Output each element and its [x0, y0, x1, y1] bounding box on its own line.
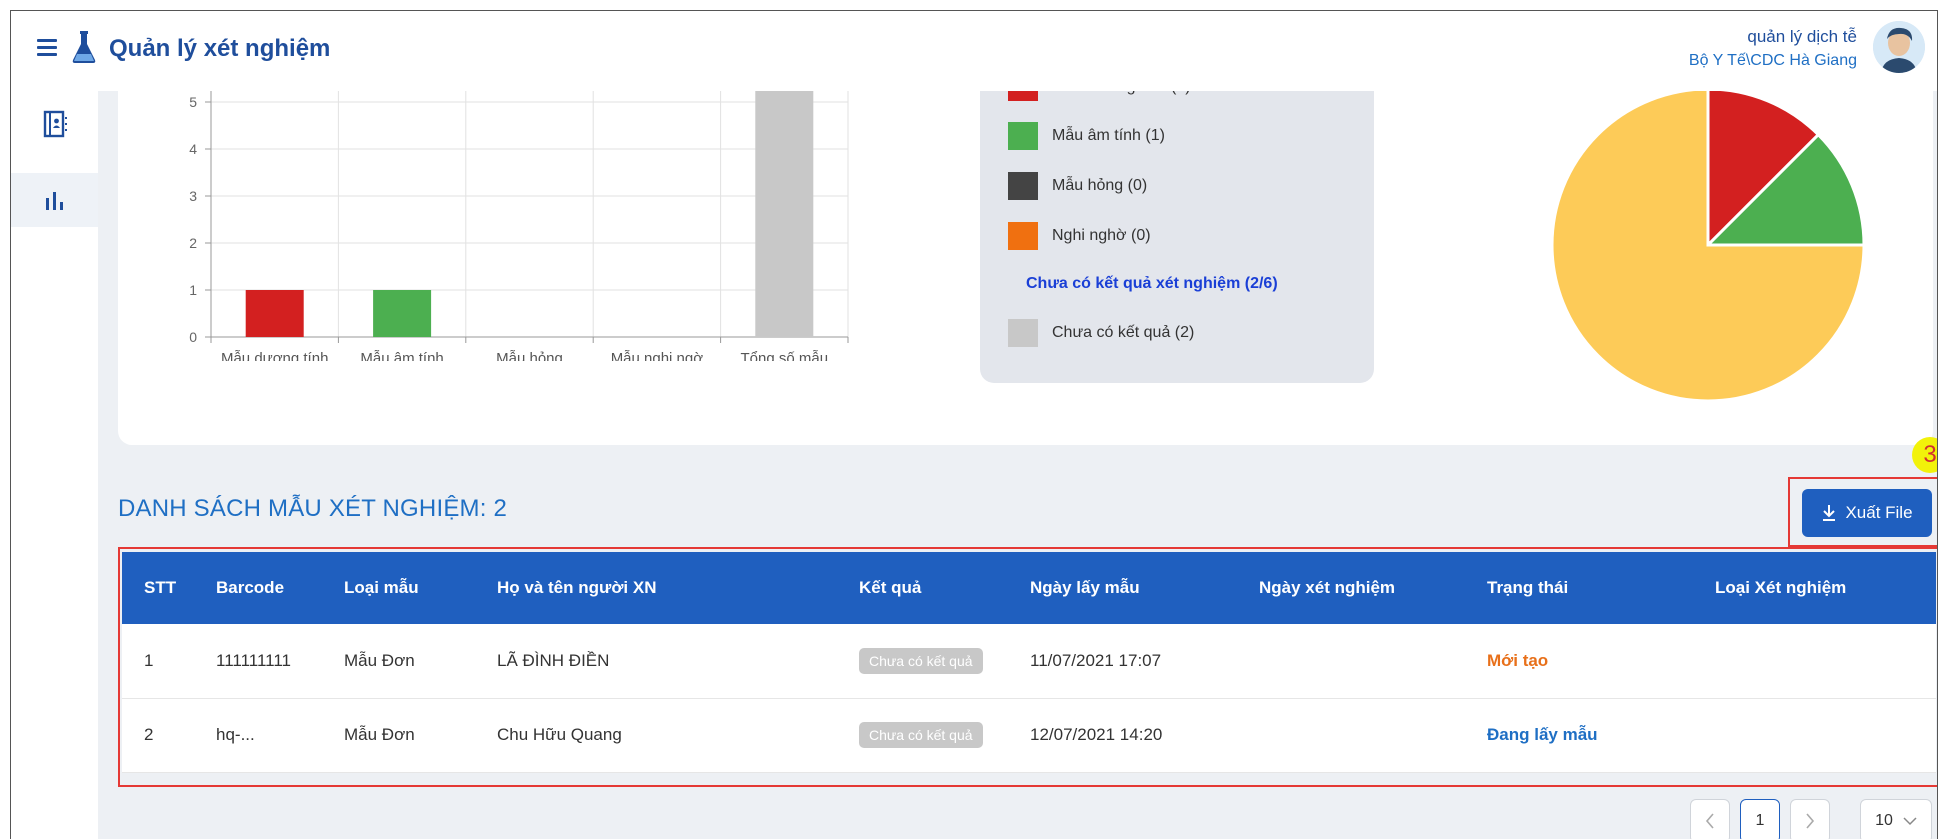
x-tick-label: Mẫu nghi ngờ — [611, 350, 704, 361]
bar — [373, 290, 432, 337]
samples-table: STT Barcode Loại mẫu Họ và tên người XN … — [122, 552, 1936, 773]
user-role: quản lý dịch tễ — [1747, 27, 1857, 46]
chevron-left-icon — [1705, 813, 1714, 829]
x-tick-label: Mẫu âm tính — [360, 350, 443, 361]
bar — [245, 290, 304, 337]
user-avatar-icon — [1873, 21, 1925, 73]
col-header-barcode[interactable]: Barcode — [194, 552, 322, 624]
bar-chart-icon — [45, 192, 63, 210]
legend-swatch — [1008, 222, 1038, 250]
page-size-value: 10 — [1875, 812, 1893, 829]
cell-test-date — [1237, 624, 1465, 698]
chevron-down-icon — [1903, 817, 1917, 826]
legend-label: Mẫu hỏng (0) — [1052, 177, 1148, 194]
cell-sample-type: Mẫu Đơn — [344, 725, 415, 744]
x-tick-label: Mẫu dương tính — [221, 350, 328, 361]
cell-sample-date: 12/07/2021 14:20 — [1030, 725, 1163, 744]
cell-sample-type: Mẫu Đơn — [344, 650, 415, 670]
sidebar — [11, 91, 98, 839]
legend-item-damaged: Mẫu hỏng (0) — [1008, 172, 1147, 200]
legend-swatch — [1008, 122, 1038, 150]
y-tick-label: 2 — [189, 235, 197, 251]
col-header-result[interactable]: Kết quả — [837, 552, 1008, 624]
download-icon — [1823, 505, 1836, 521]
page-size-select[interactable]: 10 — [1860, 799, 1932, 839]
user-info[interactable]: quản lý dịch tễ Bộ Y Tế\CDC Hà Giang — [1689, 25, 1857, 73]
pagination: 1 10 — [1690, 799, 1932, 839]
export-file-button[interactable]: Xuất File — [1802, 489, 1932, 537]
cell-result: Chưa có kết quả — [837, 698, 1008, 772]
col-header-sample-type[interactable]: Loại mẫu — [322, 552, 475, 624]
col-header-test-date[interactable]: Ngày xét nghiệm — [1237, 552, 1465, 624]
sidebar-item-contacts[interactable] — [11, 97, 98, 151]
prev-page-button[interactable] — [1690, 799, 1730, 839]
x-tick-label: Mẫu hỏng — [496, 350, 563, 361]
top-header: Quản lý xét nghiệm quản lý dịch tễ Bộ Y … — [11, 11, 1937, 91]
next-page-button[interactable] — [1790, 799, 1830, 839]
col-header-status[interactable]: Trạng thái — [1465, 552, 1693, 624]
y-tick-label: 3 — [189, 188, 197, 204]
export-file-label: Xuất File — [1845, 503, 1913, 522]
result-badge: Chưa có kết quả — [859, 647, 983, 674]
cell-barcode: hq-... — [216, 725, 255, 744]
cell-barcode: 111111111 — [216, 650, 291, 670]
app-title: Quản lý xét nghiệm — [109, 35, 331, 62]
x-tick-label: Tổng số mẫu — [741, 350, 829, 361]
legend-label: Chưa có kết quả (2) — [1052, 324, 1195, 341]
chart-legend: Mẫu dương tính (1) Mẫu âm tính (1) Mẫu h… — [980, 73, 1374, 383]
legend-label: Mẫu âm tính (1) — [1052, 127, 1165, 144]
y-tick-label: 5 — [189, 94, 197, 110]
y-tick-label: 0 — [189, 329, 197, 345]
user-org: Bộ Y Tế\CDC Hà Giang — [1688, 52, 1857, 69]
legend-item-pending: Chưa có kết quả (2) — [1008, 319, 1194, 347]
flask-icon — [72, 31, 96, 63]
table-row[interactable]: 1 111111111 Mẫu Đơn LÃ ĐÌNH ĐIỀN Chưa có… — [122, 624, 1936, 698]
cell-name: Chu Hữu Quang — [497, 725, 622, 744]
result-badge: Chưa có kết quả — [859, 722, 983, 748]
cell-test-type — [1693, 698, 1936, 772]
contact-book-icon — [43, 110, 67, 138]
cell-test-type — [1693, 624, 1936, 698]
annotation-badge: 3 — [1912, 437, 1937, 473]
y-tick-label: 4 — [189, 141, 197, 157]
cell-status: Mới tạo — [1487, 650, 1549, 670]
col-header-sample-date[interactable]: Ngày lấy mẫu — [1008, 552, 1237, 624]
bar-chart: 0 1 2 3 4 5 Mẫu dương tính Mẫu âm tính Mẫu hỏng M… — [189, 71, 849, 361]
legend-swatch — [1008, 319, 1038, 347]
statistics-card: 0 1 2 3 4 5 Mẫu dương tính Mẫu âm tính Mẫu hỏng M… — [118, 71, 1933, 445]
cell-status: Đang lấy mẫu — [1487, 725, 1598, 744]
legend-swatch — [1008, 172, 1038, 200]
col-header-stt[interactable]: STT — [122, 552, 194, 624]
cell-stt: 2 — [144, 725, 154, 744]
table-row[interactable]: 2 hq-... Mẫu Đơn Chu Hữu Quang Chưa có k… — [122, 698, 1936, 772]
cell-test-date — [1237, 698, 1465, 772]
annotation-box-table: STT Barcode Loại mẫu Họ và tên người XN … — [118, 547, 1937, 787]
cell-result: Chưa có kết quả — [837, 624, 1008, 698]
chevron-right-icon — [1806, 813, 1815, 829]
app-window: Quản lý xét nghiệm quản lý dịch tễ Bộ Y … — [10, 10, 1938, 839]
cell-stt: 1 — [144, 650, 154, 670]
avatar[interactable] — [1873, 21, 1925, 73]
cell-sample-date: 11/07/2021 17:07 — [1030, 650, 1162, 670]
legend-pending-heading: Chưa có kết quả xét nghiệm (2/6) — [1026, 275, 1278, 292]
y-tick-label: 1 — [189, 282, 197, 298]
page-button-current[interactable]: 1 — [1740, 799, 1780, 839]
cell-name: LÃ ĐÌNH ĐIỀN — [497, 650, 610, 670]
table-header-row: STT Barcode Loại mẫu Họ và tên người XN … — [122, 552, 1936, 624]
legend-label: Nghi nghờ (0) — [1052, 227, 1151, 244]
pie-chart — [1550, 87, 1866, 403]
col-header-name[interactable]: Họ và tên người XN — [475, 552, 837, 624]
sample-list-title: DANH SÁCH MẪU XÉT NGHIỆM: 2 — [118, 495, 508, 522]
legend-item-negative: Mẫu âm tính (1) — [1008, 122, 1165, 150]
menu-icon[interactable] — [37, 39, 57, 56]
bar — [755, 71, 814, 337]
legend-item-suspected: Nghi nghờ (0) — [1008, 222, 1151, 250]
main-content: 0 1 2 3 4 5 Mẫu dương tính Mẫu âm tính Mẫu hỏng M… — [98, 71, 1937, 839]
col-header-test-type[interactable]: Loại Xét nghiệm — [1693, 552, 1936, 624]
sidebar-item-statistics[interactable] — [11, 173, 98, 227]
